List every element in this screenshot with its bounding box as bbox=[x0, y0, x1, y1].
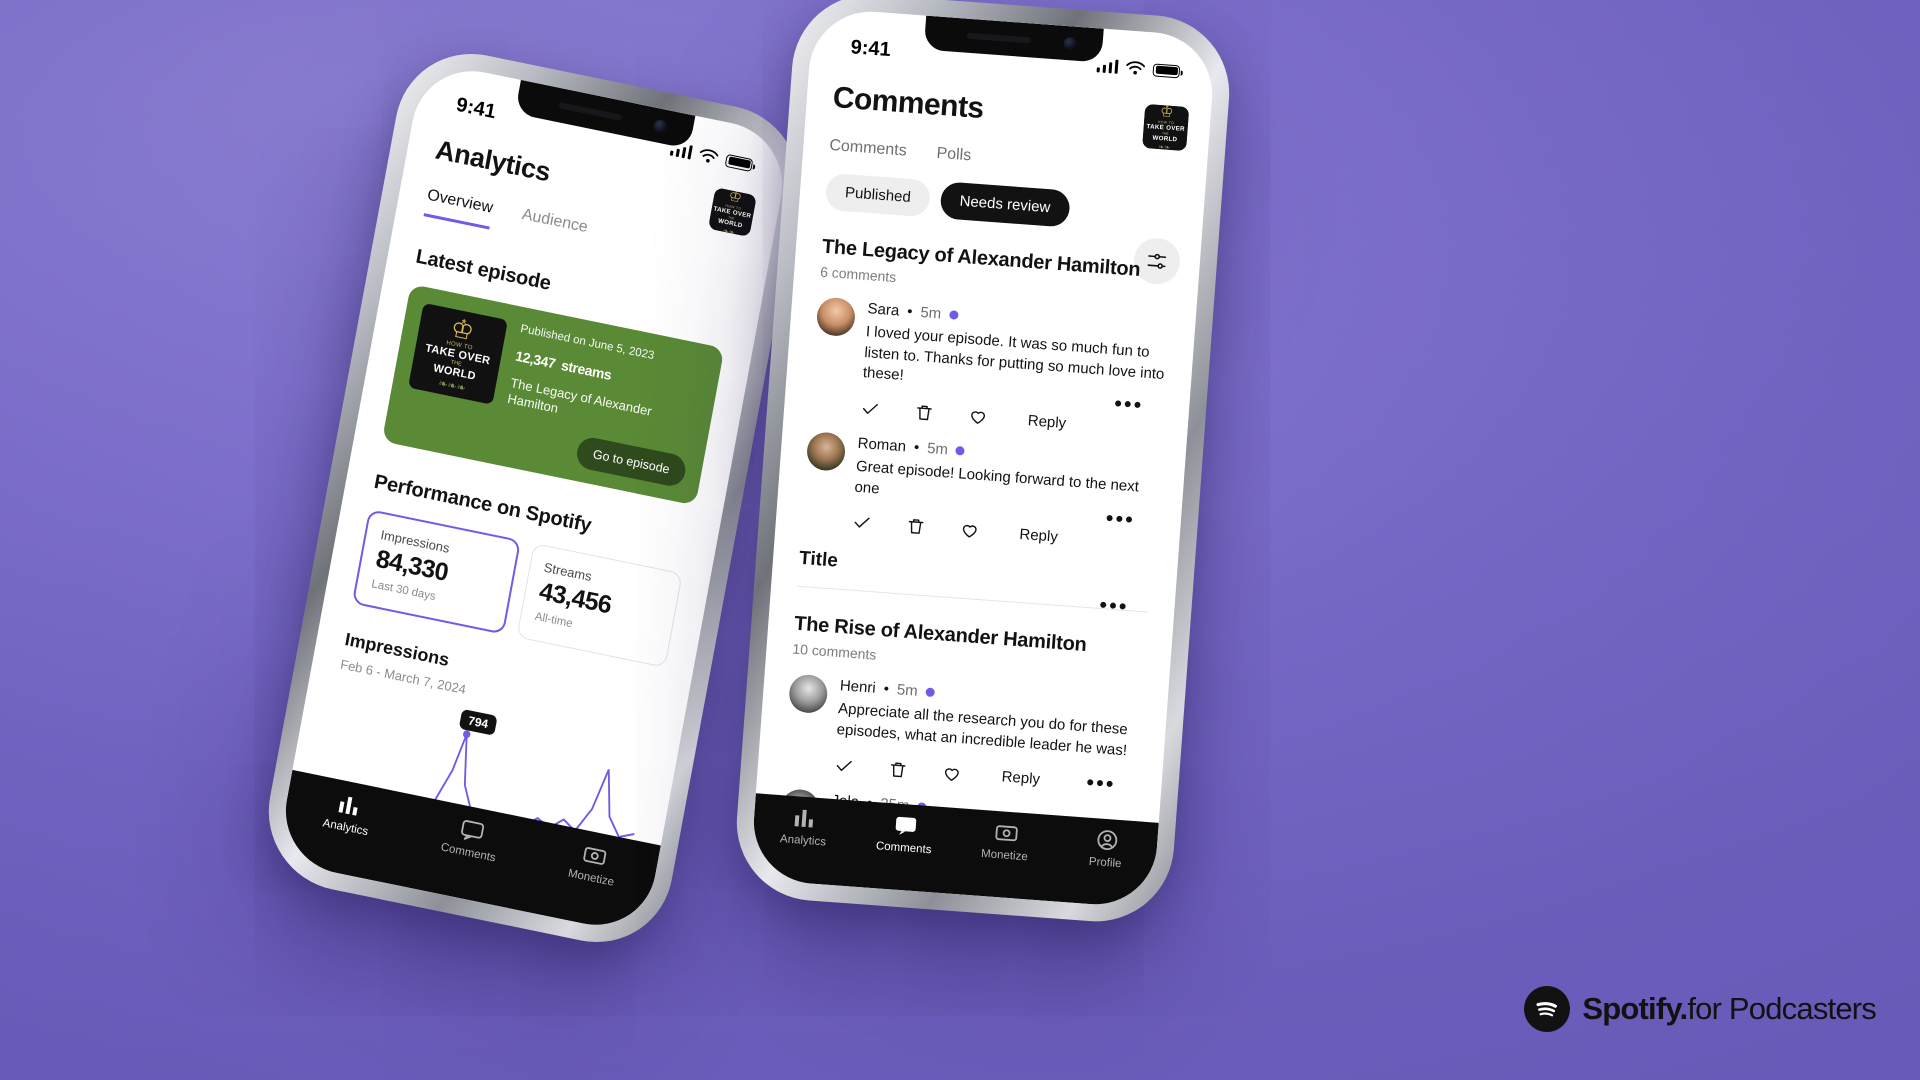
spotify-waves-icon bbox=[1530, 992, 1565, 1026]
tabbar-label: Analytics bbox=[321, 817, 370, 839]
tabbar-label: Comments bbox=[439, 841, 497, 865]
tabbar-label: Profile bbox=[1088, 855, 1122, 871]
streams-label: streams bbox=[559, 356, 613, 383]
bar-chart-icon bbox=[794, 809, 813, 828]
tabbar-item-analytics[interactable]: Analytics bbox=[752, 803, 856, 850]
tabbar-item-profile[interactable]: Profile bbox=[1054, 825, 1158, 872]
status-time: 9:41 bbox=[849, 35, 892, 61]
tabbar-label: Comments bbox=[875, 840, 932, 857]
avatar bbox=[787, 673, 829, 715]
comment-time: 5m bbox=[919, 304, 942, 323]
comments-tabs: Comments Polls bbox=[829, 137, 1181, 181]
speaker bbox=[558, 102, 623, 121]
meta-separator: • bbox=[883, 680, 890, 699]
tab-comments[interactable]: Comments bbox=[829, 137, 907, 161]
avatar bbox=[815, 296, 857, 338]
tabbar-item-analytics[interactable]: Analytics bbox=[284, 782, 413, 846]
front-camera-icon bbox=[652, 118, 668, 135]
stat-card-impressions[interactable]: Impressions 84,330 Last 30 days bbox=[351, 509, 521, 635]
filter-chips: Published Needs review bbox=[824, 172, 1179, 236]
speaker bbox=[966, 32, 1031, 44]
comment-more-button[interactable]: ••• bbox=[1085, 770, 1116, 798]
meta-separator: • bbox=[913, 438, 920, 457]
brand-wordmark: Spotify.for Podcasters bbox=[1582, 991, 1876, 1027]
stat-card-streams[interactable]: Streams 43,456 All-time bbox=[515, 542, 683, 668]
money-icon bbox=[994, 825, 1018, 842]
front-camera-icon bbox=[1063, 36, 1078, 51]
comment-more-button[interactable]: ••• bbox=[1105, 505, 1136, 533]
chip-published[interactable]: Published bbox=[824, 172, 932, 218]
status-indicators bbox=[669, 141, 754, 172]
episode-group-header: The Legacy of Alexander Hamilton 6 comme… bbox=[820, 236, 1174, 306]
status-indicators bbox=[1096, 58, 1181, 78]
tabbar-label: Monetize bbox=[980, 847, 1029, 864]
reply-button[interactable]: Reply bbox=[1019, 526, 1059, 546]
episode-footer-title: Title bbox=[798, 548, 839, 573]
like-icon[interactable] bbox=[967, 406, 988, 427]
reply-button[interactable]: Reply bbox=[1001, 769, 1041, 789]
approve-icon[interactable] bbox=[851, 512, 872, 533]
battery-icon bbox=[1152, 62, 1181, 78]
analytics-screen: 9:41 ♔ HOW TO TAKE OVER THE WORLD ❧❧ Ana… bbox=[275, 60, 793, 936]
streams-value: 12,347 bbox=[514, 347, 557, 372]
meta-separator: • bbox=[906, 303, 914, 321]
tabbar-label: Analytics bbox=[779, 833, 827, 849]
delete-icon[interactable] bbox=[905, 516, 926, 537]
tabbar-item-comments[interactable]: Comments bbox=[853, 811, 957, 858]
episode-group-header: The Rise of Alexander Hamilton 10 commen… bbox=[792, 613, 1146, 683]
tab-audience[interactable]: Audience bbox=[518, 206, 589, 249]
spotify-for-podcasters-logo: Spotify.for Podcasters bbox=[1524, 986, 1877, 1032]
reply-button[interactable]: Reply bbox=[1027, 412, 1067, 432]
brand-name: Spotify bbox=[1582, 991, 1680, 1026]
delete-icon[interactable] bbox=[913, 402, 934, 423]
comment-more-button[interactable]: ••• bbox=[1113, 391, 1144, 419]
tabbar-item-monetize[interactable]: Monetize bbox=[529, 832, 658, 896]
comment-author: Sara bbox=[867, 300, 900, 320]
comment-time: 5m bbox=[896, 681, 919, 701]
tabbar-item-comments[interactable]: Comments bbox=[406, 807, 535, 871]
avatar bbox=[805, 431, 847, 472]
phone-analytics: 9:41 ♔ HOW TO TAKE OVER THE WORLD ❧❧ Ana… bbox=[260, 44, 808, 952]
unread-dot-icon bbox=[955, 446, 966, 456]
comment-more-button[interactable]: ••• bbox=[1098, 592, 1130, 620]
comment-icon bbox=[895, 816, 916, 835]
money-icon bbox=[583, 847, 607, 865]
brand-tagline: for Podcasters bbox=[1687, 991, 1876, 1026]
tabbar-label: Monetize bbox=[567, 867, 615, 889]
episode-cover-art: ♔ HOW TO TAKE OVER THE WORLD ❧❧❧ bbox=[408, 302, 508, 405]
comment-item: Sara • 5m I loved your episode. It was s… bbox=[810, 296, 1170, 441]
like-icon[interactable] bbox=[959, 520, 980, 541]
battery-icon bbox=[724, 153, 754, 172]
crown-icon: ♔ bbox=[448, 311, 477, 346]
tab-polls[interactable]: Polls bbox=[936, 145, 972, 165]
wifi-icon bbox=[699, 149, 719, 163]
comment-author: Henri bbox=[839, 677, 877, 698]
comments-content: Comments Comments Polls Published Needs … bbox=[750, 7, 1217, 908]
status-time: 9:41 bbox=[454, 93, 498, 123]
tabbar-item-monetize[interactable]: Monetize bbox=[954, 818, 1058, 865]
signal-icon bbox=[1096, 58, 1119, 74]
phone-comments: 9:41 ♔ HOW TO TAKE OVER THE WORLD ❧❧ Com… bbox=[735, 0, 1231, 923]
comment-time: 5m bbox=[926, 439, 949, 459]
comments-screen: 9:41 ♔ HOW TO TAKE OVER THE WORLD ❧❧ Com… bbox=[749, 7, 1217, 909]
comment-icon bbox=[461, 820, 485, 840]
chip-needs-review[interactable]: Needs review bbox=[939, 181, 1071, 228]
comment-item: Henri • 5m Appreciate all the research y… bbox=[784, 673, 1142, 798]
comment-author: Roman bbox=[857, 434, 907, 456]
comment-item: Roman • 5m Great episode! Looking forwar… bbox=[801, 431, 1159, 554]
page-title: Comments bbox=[831, 81, 985, 126]
profile-icon bbox=[1096, 830, 1117, 850]
wifi-icon bbox=[1126, 61, 1146, 75]
spotify-icon bbox=[1524, 986, 1571, 1032]
like-icon[interactable] bbox=[941, 763, 962, 784]
approve-icon[interactable] bbox=[860, 398, 881, 419]
tab-overview[interactable]: Overview bbox=[423, 186, 495, 230]
approve-icon[interactable] bbox=[833, 755, 854, 776]
unread-dot-icon bbox=[925, 687, 935, 698]
delete-icon[interactable] bbox=[887, 759, 908, 780]
unread-dot-icon bbox=[948, 310, 959, 320]
bar-chart-icon bbox=[338, 796, 358, 816]
